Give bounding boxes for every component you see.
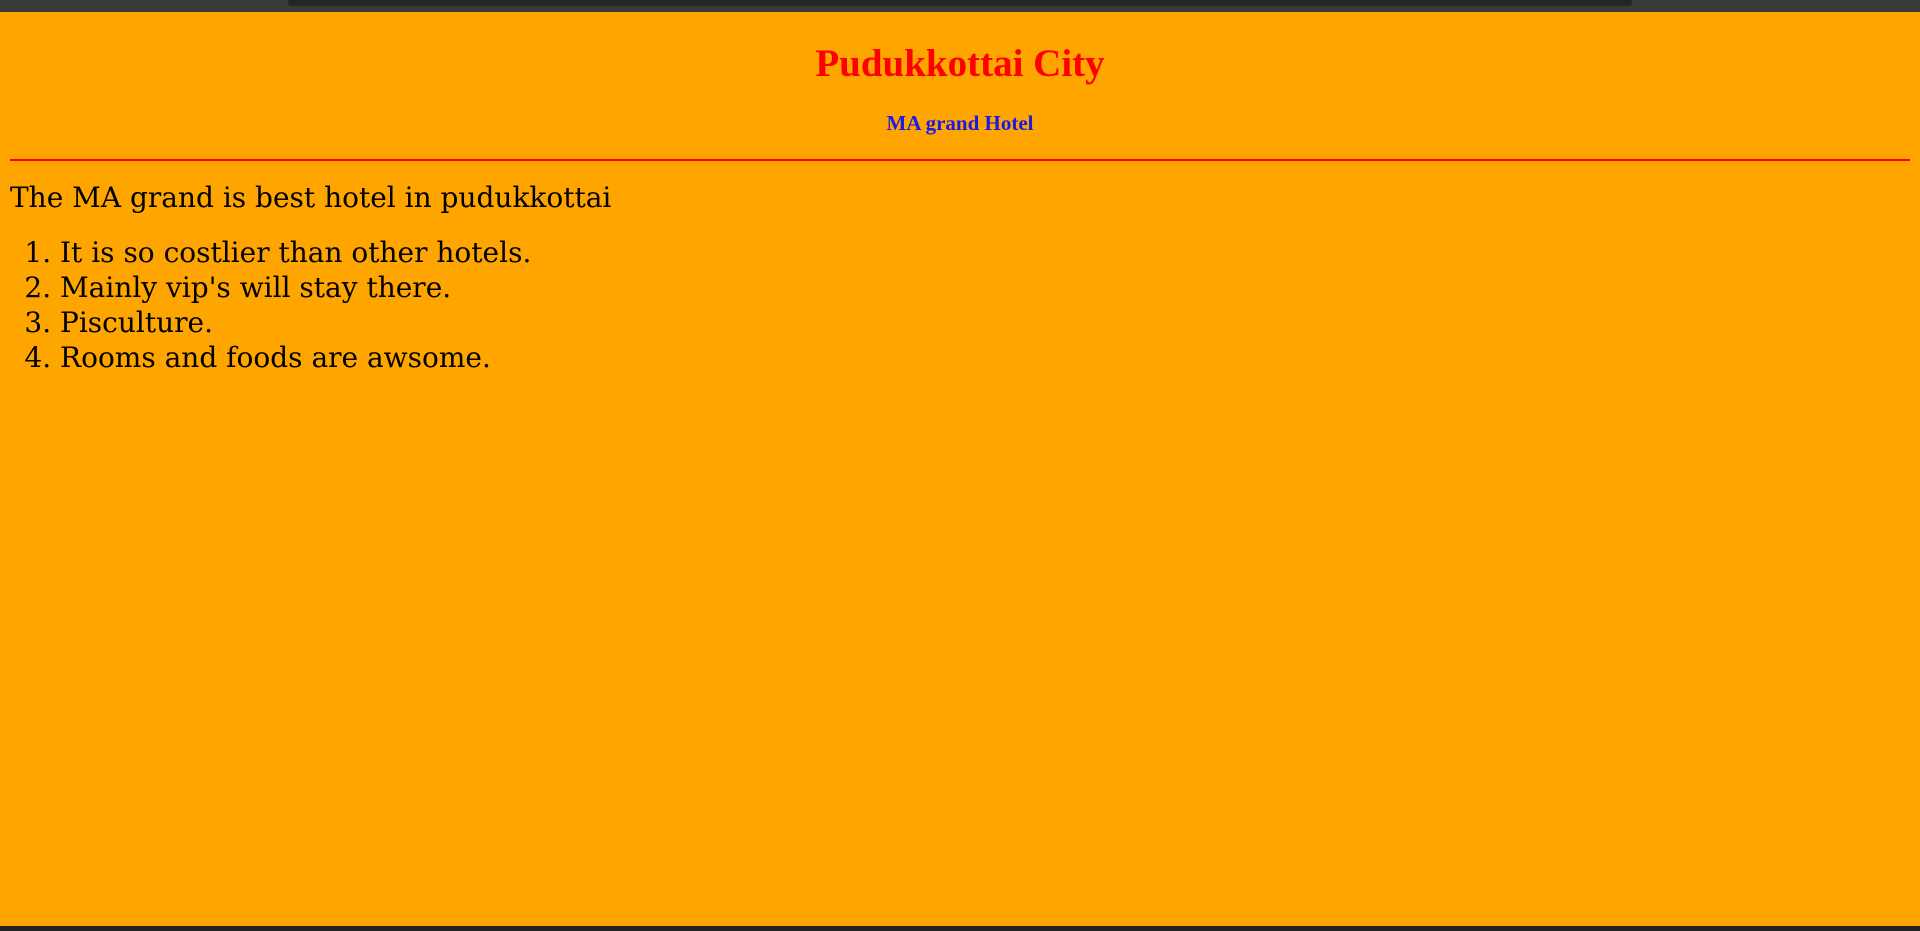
browser-top-bar: [0, 0, 1920, 12]
intro-paragraph: The MA grand is best hotel in pudukkotta…: [10, 181, 612, 214]
hotel-subtitle: MA grand Hotel: [886, 111, 1034, 135]
list-item: Rooms and foods are awsome.: [60, 340, 1910, 375]
horizontal-divider: [10, 159, 1910, 161]
features-list: It is so costlier than other hotels. Mai…: [10, 235, 1910, 375]
web-page: Pudukkottai City MA grand Hotel The MA g…: [0, 12, 1920, 926]
page-title: Pudukkottai City: [815, 42, 1105, 85]
list-item: Pisculture.: [60, 305, 1910, 340]
browser-top-bar-handle: [288, 0, 1632, 6]
list-item: Mainly vip's will stay there.: [60, 270, 1910, 305]
list-item: It is so costlier than other hotels.: [60, 235, 1910, 270]
browser-bottom-bar: [0, 926, 1920, 931]
